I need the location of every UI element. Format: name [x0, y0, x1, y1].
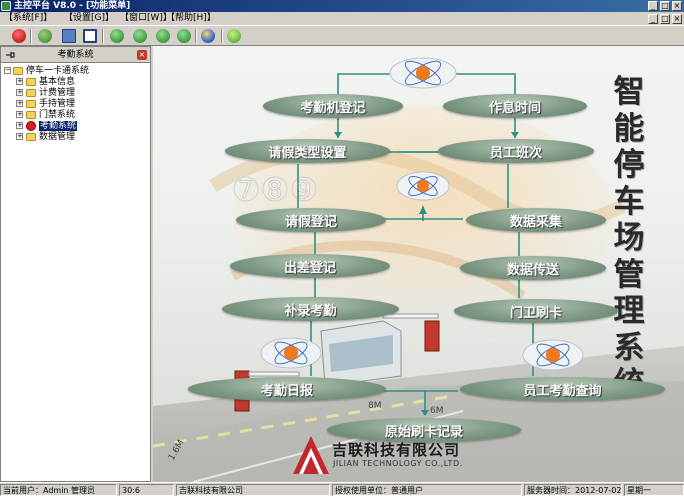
sidebar-title: 考勤系统 — [57, 50, 94, 60]
expand-icon[interactable]: + — [16, 78, 23, 85]
tree-root[interactable]: − 停车一卡通系统 — [1, 66, 150, 76]
daily-report-button[interactable]: 考勤日报 — [188, 377, 386, 401]
menu-settings[interactable]: 【设置[G]】 — [64, 12, 114, 25]
toolbar-separator — [195, 29, 197, 43]
folder-icon — [26, 100, 36, 108]
window-title: 主控平台 V8.0 - [功能菜单] — [14, 1, 131, 11]
status-time: 30:6 — [119, 484, 174, 496]
status-company: 吉联科技有限公司 — [176, 484, 330, 496]
tree-item-label: 数据管理 — [39, 132, 76, 142]
status-current-user: 当前用户：Admin 管理员 — [0, 484, 117, 496]
mdi-minimize-button[interactable]: _ — [648, 14, 658, 24]
tree-item-label: 计费管理 — [39, 88, 76, 98]
company-name-en: JILIAN TECHNOLOGY CO.,LTD. — [333, 459, 463, 468]
tree-item-data-management[interactable]: + 数据管理 — [1, 132, 150, 142]
minimize-button[interactable]: _ — [648, 1, 658, 11]
background-digits: 7 8 9 — [233, 176, 317, 205]
folder-icon — [13, 67, 23, 75]
globe-icon[interactable] — [201, 29, 215, 43]
tree-item-label: 手持管理 — [39, 99, 76, 109]
folder-icon — [26, 133, 36, 141]
work-time-button[interactable]: 作息时间 — [443, 94, 587, 118]
status-weekday: 星期一 — [624, 484, 684, 496]
maximize-button[interactable]: □ — [660, 1, 670, 11]
title-char: 车 — [613, 183, 645, 220]
tree-root-label: 停车一卡通系统 — [26, 66, 90, 76]
supplement-button[interactable]: 补录考勤 — [222, 297, 399, 321]
mdi-restore-button[interactable]: □ — [660, 14, 670, 24]
status-server-date: 服务器时间：2012-07-02 — [524, 484, 622, 496]
tree-item-attendance[interactable]: + 考勤系统 — [1, 121, 150, 131]
close-button[interactable]: × — [672, 1, 682, 11]
bg-digit-8: 8 — [267, 176, 282, 204]
sidebar: 考勤系统 × − 停车一卡通系统 + 基本信息 + 计费管理 + 手持管理 + … — [0, 46, 151, 482]
title-char: 能 — [613, 110, 645, 147]
expand-icon[interactable]: + — [16, 100, 23, 107]
function-menu-canvas: 7 8 9 8M 6M 1.6M 智 能 停 车 场 管 理 系 考勤机登记 作… — [153, 46, 684, 482]
staff-shift-button[interactable]: 员工班次 — [438, 139, 594, 163]
tree-item-label: 基本信息 — [39, 77, 76, 87]
title-char: 停 — [613, 147, 645, 183]
folder-icon — [26, 78, 36, 86]
collapse-icon[interactable]: − — [4, 67, 11, 74]
title-char: 场 — [613, 220, 645, 256]
bg-digit-7: 7 — [238, 176, 253, 204]
gate-card-button[interactable]: 门卫刷卡 — [454, 299, 618, 323]
staff-query-button[interactable]: 员工考勤查询 — [460, 377, 665, 401]
road-marking-8m: 8M — [368, 401, 382, 411]
title-bar: 主控平台 V8.0 - [功能菜单] _ □ × — [0, 0, 684, 12]
tree-item-billing[interactable]: + 计费管理 — [1, 88, 150, 98]
toolbar-separator — [30, 29, 32, 43]
title-char: 系 — [613, 329, 645, 366]
expand-icon[interactable]: + — [16, 111, 23, 118]
menu-system[interactable]: 【系统[F]】 — [4, 12, 52, 25]
expand-icon[interactable]: + — [16, 133, 23, 140]
exit-icon[interactable] — [12, 29, 26, 43]
menu-bar: 【系统[F]】 【设置[G]】 【窗口[W]】 【帮助[H]】 _ □ × — [0, 12, 684, 25]
business-trip-button[interactable]: 出差登记 — [230, 254, 390, 278]
tile-icon[interactable] — [83, 29, 97, 43]
app-icon — [1, 1, 11, 11]
leave-type-button[interactable]: 请假类型设置 — [225, 139, 390, 163]
tree-item-basic-info[interactable]: + 基本信息 — [1, 77, 150, 87]
attendance-icon — [26, 121, 36, 131]
attendance-register-button[interactable]: 考勤机登记 — [263, 94, 403, 118]
folder-icon — [26, 89, 36, 97]
menu-help[interactable]: 【帮助[H]】 — [166, 12, 216, 25]
data-transfer-button[interactable]: 数据传送 — [460, 256, 606, 280]
last-icon[interactable] — [177, 29, 191, 43]
pin-icon[interactable] — [5, 50, 15, 60]
company-name-cn: 吉联科技有限公司 — [332, 441, 461, 459]
vertical-title: 智 能 停 车 场 管 理 系 统 — [608, 74, 650, 403]
sidebar-header: 考勤系统 × — [1, 47, 150, 63]
first-icon[interactable] — [110, 29, 124, 43]
toolbar — [0, 25, 684, 46]
expand-icon[interactable]: + — [16, 122, 23, 129]
leave-register-button[interactable]: 请假登记 — [236, 208, 386, 232]
tree-item-access-control[interactable]: + 门禁系统 — [1, 110, 150, 120]
refresh-icon[interactable] — [38, 29, 52, 43]
title-char: 智 — [613, 74, 645, 110]
prev-icon[interactable] — [133, 29, 147, 43]
home-icon[interactable] — [227, 29, 241, 43]
sidebar-close-icon[interactable]: × — [137, 50, 147, 60]
title-char: 管 — [613, 256, 645, 293]
tree-item-label: 考勤系统 — [39, 121, 78, 131]
data-collect-button[interactable]: 数据采集 — [466, 208, 606, 232]
mdi-close-button[interactable]: × — [672, 14, 682, 24]
road-marking-6m: 6M — [430, 406, 444, 416]
folder-icon — [26, 111, 36, 119]
status-bar: 当前用户：Admin 管理员 30:6 吉联科技有限公司 授权使用单位：普通用户… — [0, 482, 684, 496]
status-license: 授权使用单位：普通用户 — [332, 484, 522, 496]
cascade-icon[interactable] — [62, 29, 76, 43]
toolbar-separator — [221, 29, 223, 43]
next-icon[interactable] — [156, 29, 170, 43]
tree-item-label: 门禁系统 — [39, 110, 76, 120]
expand-icon[interactable]: + — [16, 89, 23, 96]
menu-window[interactable]: 【窗口[W]】 — [120, 12, 172, 25]
tree-item-handheld[interactable]: + 手持管理 — [1, 99, 150, 109]
toolbar-separator — [102, 29, 104, 43]
